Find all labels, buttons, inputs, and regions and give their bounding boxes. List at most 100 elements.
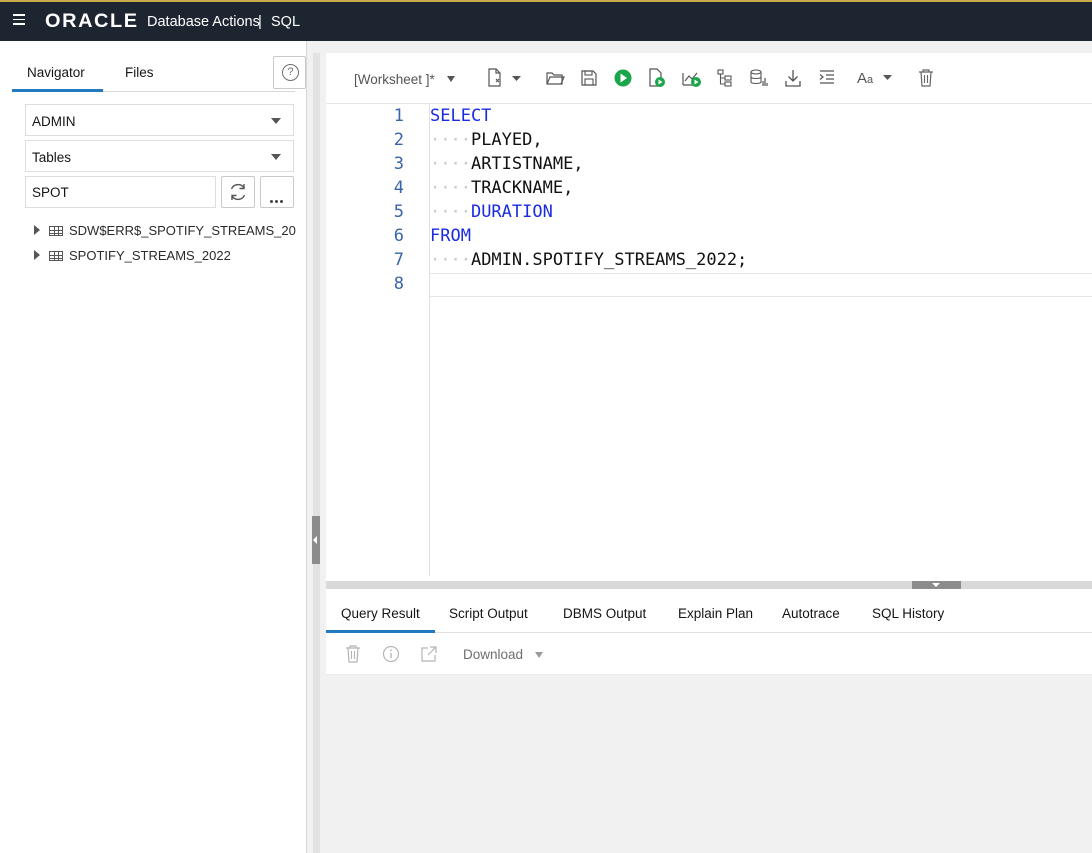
tab-script-output[interactable]: Script Output [449, 606, 528, 621]
tree-diagram-icon [717, 69, 732, 87]
line-number: 8 [393, 274, 404, 294]
run-icon [614, 69, 632, 87]
whitespace-marker: ···· [430, 178, 471, 198]
tree-item[interactable]: SDW$ERR$_SPOTIFY_STREAMS_2022 [34, 221, 296, 241]
hamburger-menu-icon[interactable] [13, 14, 25, 28]
folder-open-icon [546, 72, 565, 85]
line-number: 6 [393, 226, 404, 246]
code-line[interactable]: SELECT [430, 106, 491, 126]
tree-item-label: SDW$ERR$_SPOTIFY_STREAMS_2022 [69, 223, 296, 238]
vertical-splitter[interactable] [313, 53, 320, 853]
help-icon: ? [282, 64, 299, 81]
ellipsis-icon [270, 191, 285, 206]
worksheet-toolbar: [Worksheet ]* A a [326, 53, 1092, 103]
worksheet-selector[interactable]: [Worksheet ]* [354, 72, 435, 87]
worksheet-panel: [Worksheet ]* A a 1 2 3 4 5 6 7 8 SELECT… [326, 53, 1092, 853]
oracle-logo: ORACLE [45, 11, 139, 32]
schema-select[interactable]: ADMIN [25, 104, 294, 136]
run-script-button[interactable] [647, 67, 667, 89]
table-icon [49, 226, 63, 236]
code-line[interactable]: ····DURATION [430, 202, 553, 222]
line-number-gutter: 1 2 3 4 5 6 7 8 [326, 104, 430, 576]
tab-navigator[interactable]: Navigator [27, 65, 85, 80]
code-line[interactable]: ····PLAYED, [430, 130, 543, 150]
table-icon [49, 251, 63, 261]
app-title: Database Actions [147, 14, 260, 30]
sql-keyword: FROM [430, 226, 471, 246]
whitespace-marker: ···· [430, 130, 471, 150]
tab-query-result[interactable]: Query Result [341, 606, 420, 621]
save-button[interactable] [579, 67, 599, 89]
tab-files[interactable]: Files [125, 65, 154, 80]
horizontal-splitter[interactable] [326, 581, 1092, 589]
object-type-select[interactable]: Tables [25, 140, 294, 172]
download-menu[interactable]: Download [463, 647, 523, 662]
info-icon [382, 645, 400, 663]
database-chart-icon [750, 69, 768, 86]
caret-down-icon [271, 154, 281, 160]
code-line[interactable]: ····ARTISTNAME, [430, 154, 584, 174]
tab-autotrace[interactable]: Autotrace [782, 606, 840, 621]
whitespace-marker: ···· [430, 202, 471, 222]
sql-identifier: PLAYED, [470, 130, 543, 150]
results-toolbar: Download [326, 633, 1092, 675]
sql-identifier: ADMIN.SPOTIFY_STREAMS_2022; [470, 250, 748, 270]
explain-plan-button[interactable] [681, 67, 703, 89]
line-number: 1 [393, 106, 404, 126]
tree-item-label: SPOTIFY_STREAMS_2022 [69, 248, 231, 263]
caret-down-icon [271, 118, 281, 124]
active-tab-indicator [12, 89, 103, 92]
whitespace-marker: ···· [430, 154, 471, 174]
sql-identifier: ARTISTNAME, [470, 154, 584, 174]
trash-icon [346, 645, 360, 663]
indent-icon [819, 70, 834, 84]
info-button[interactable] [381, 643, 401, 665]
new-worksheet-button[interactable] [486, 67, 524, 89]
collapse-left-icon [313, 536, 317, 544]
external-link-icon [421, 646, 437, 662]
svg-text:a: a [867, 74, 874, 86]
font-case-button[interactable]: A a [856, 67, 896, 89]
run-statement-button[interactable] [613, 67, 633, 89]
sql-keyword: SELECT [430, 106, 492, 126]
code-line[interactable]: FROM [430, 226, 471, 246]
caret-down-icon[interactable] [447, 76, 455, 82]
tab-explain-plan[interactable]: Explain Plan [678, 606, 753, 621]
sql-keyword: DURATION [470, 202, 553, 222]
collapse-results-handle[interactable] [912, 581, 961, 589]
open-in-new-window-button[interactable] [419, 643, 439, 665]
tab-sql-history[interactable]: SQL History [872, 606, 944, 621]
open-file-button[interactable] [545, 67, 565, 89]
line-number: 5 [393, 202, 404, 222]
help-button[interactable]: ? [273, 56, 306, 89]
code-line[interactable]: ····ADMIN.SPOTIFY_STREAMS_2022; [430, 250, 747, 270]
collapse-panel-handle[interactable] [312, 516, 320, 564]
clear-results-button[interactable] [343, 643, 363, 665]
object-search-input[interactable] [25, 176, 216, 208]
format-button[interactable] [817, 67, 837, 89]
line-number: 7 [393, 250, 404, 270]
new-file-icon [488, 68, 521, 87]
tab-dbms-output[interactable]: DBMS Output [563, 606, 646, 621]
autotrace-button[interactable] [715, 67, 735, 89]
download-icon [785, 70, 801, 87]
expand-arrow-icon[interactable] [34, 250, 40, 260]
top-bar: ORACLE Database Actions | SQL [0, 0, 1092, 41]
download-button[interactable] [783, 67, 803, 89]
refresh-icon [230, 183, 246, 201]
sql-identifier: TRACKNAME, [470, 178, 574, 198]
current-line-highlight [430, 273, 1092, 297]
refresh-button[interactable] [221, 176, 255, 208]
object-type-select-value: Tables [32, 150, 72, 165]
more-actions-button[interactable] [260, 176, 294, 208]
sql-editor[interactable]: 1 2 3 4 5 6 7 8 SELECT ····PLAYED, ····A… [326, 103, 1092, 576]
sql-tuning-button[interactable] [748, 67, 768, 89]
caret-down-icon[interactable] [535, 652, 543, 658]
clear-button[interactable] [916, 67, 936, 89]
tree-item[interactable]: SPOTIFY_STREAMS_2022 [34, 246, 296, 266]
save-icon [581, 70, 597, 86]
expand-arrow-icon[interactable] [34, 225, 40, 235]
code-line[interactable]: ····TRACKNAME, [430, 178, 573, 198]
collapse-down-icon [932, 583, 940, 587]
schema-select-value: ADMIN [32, 114, 76, 129]
